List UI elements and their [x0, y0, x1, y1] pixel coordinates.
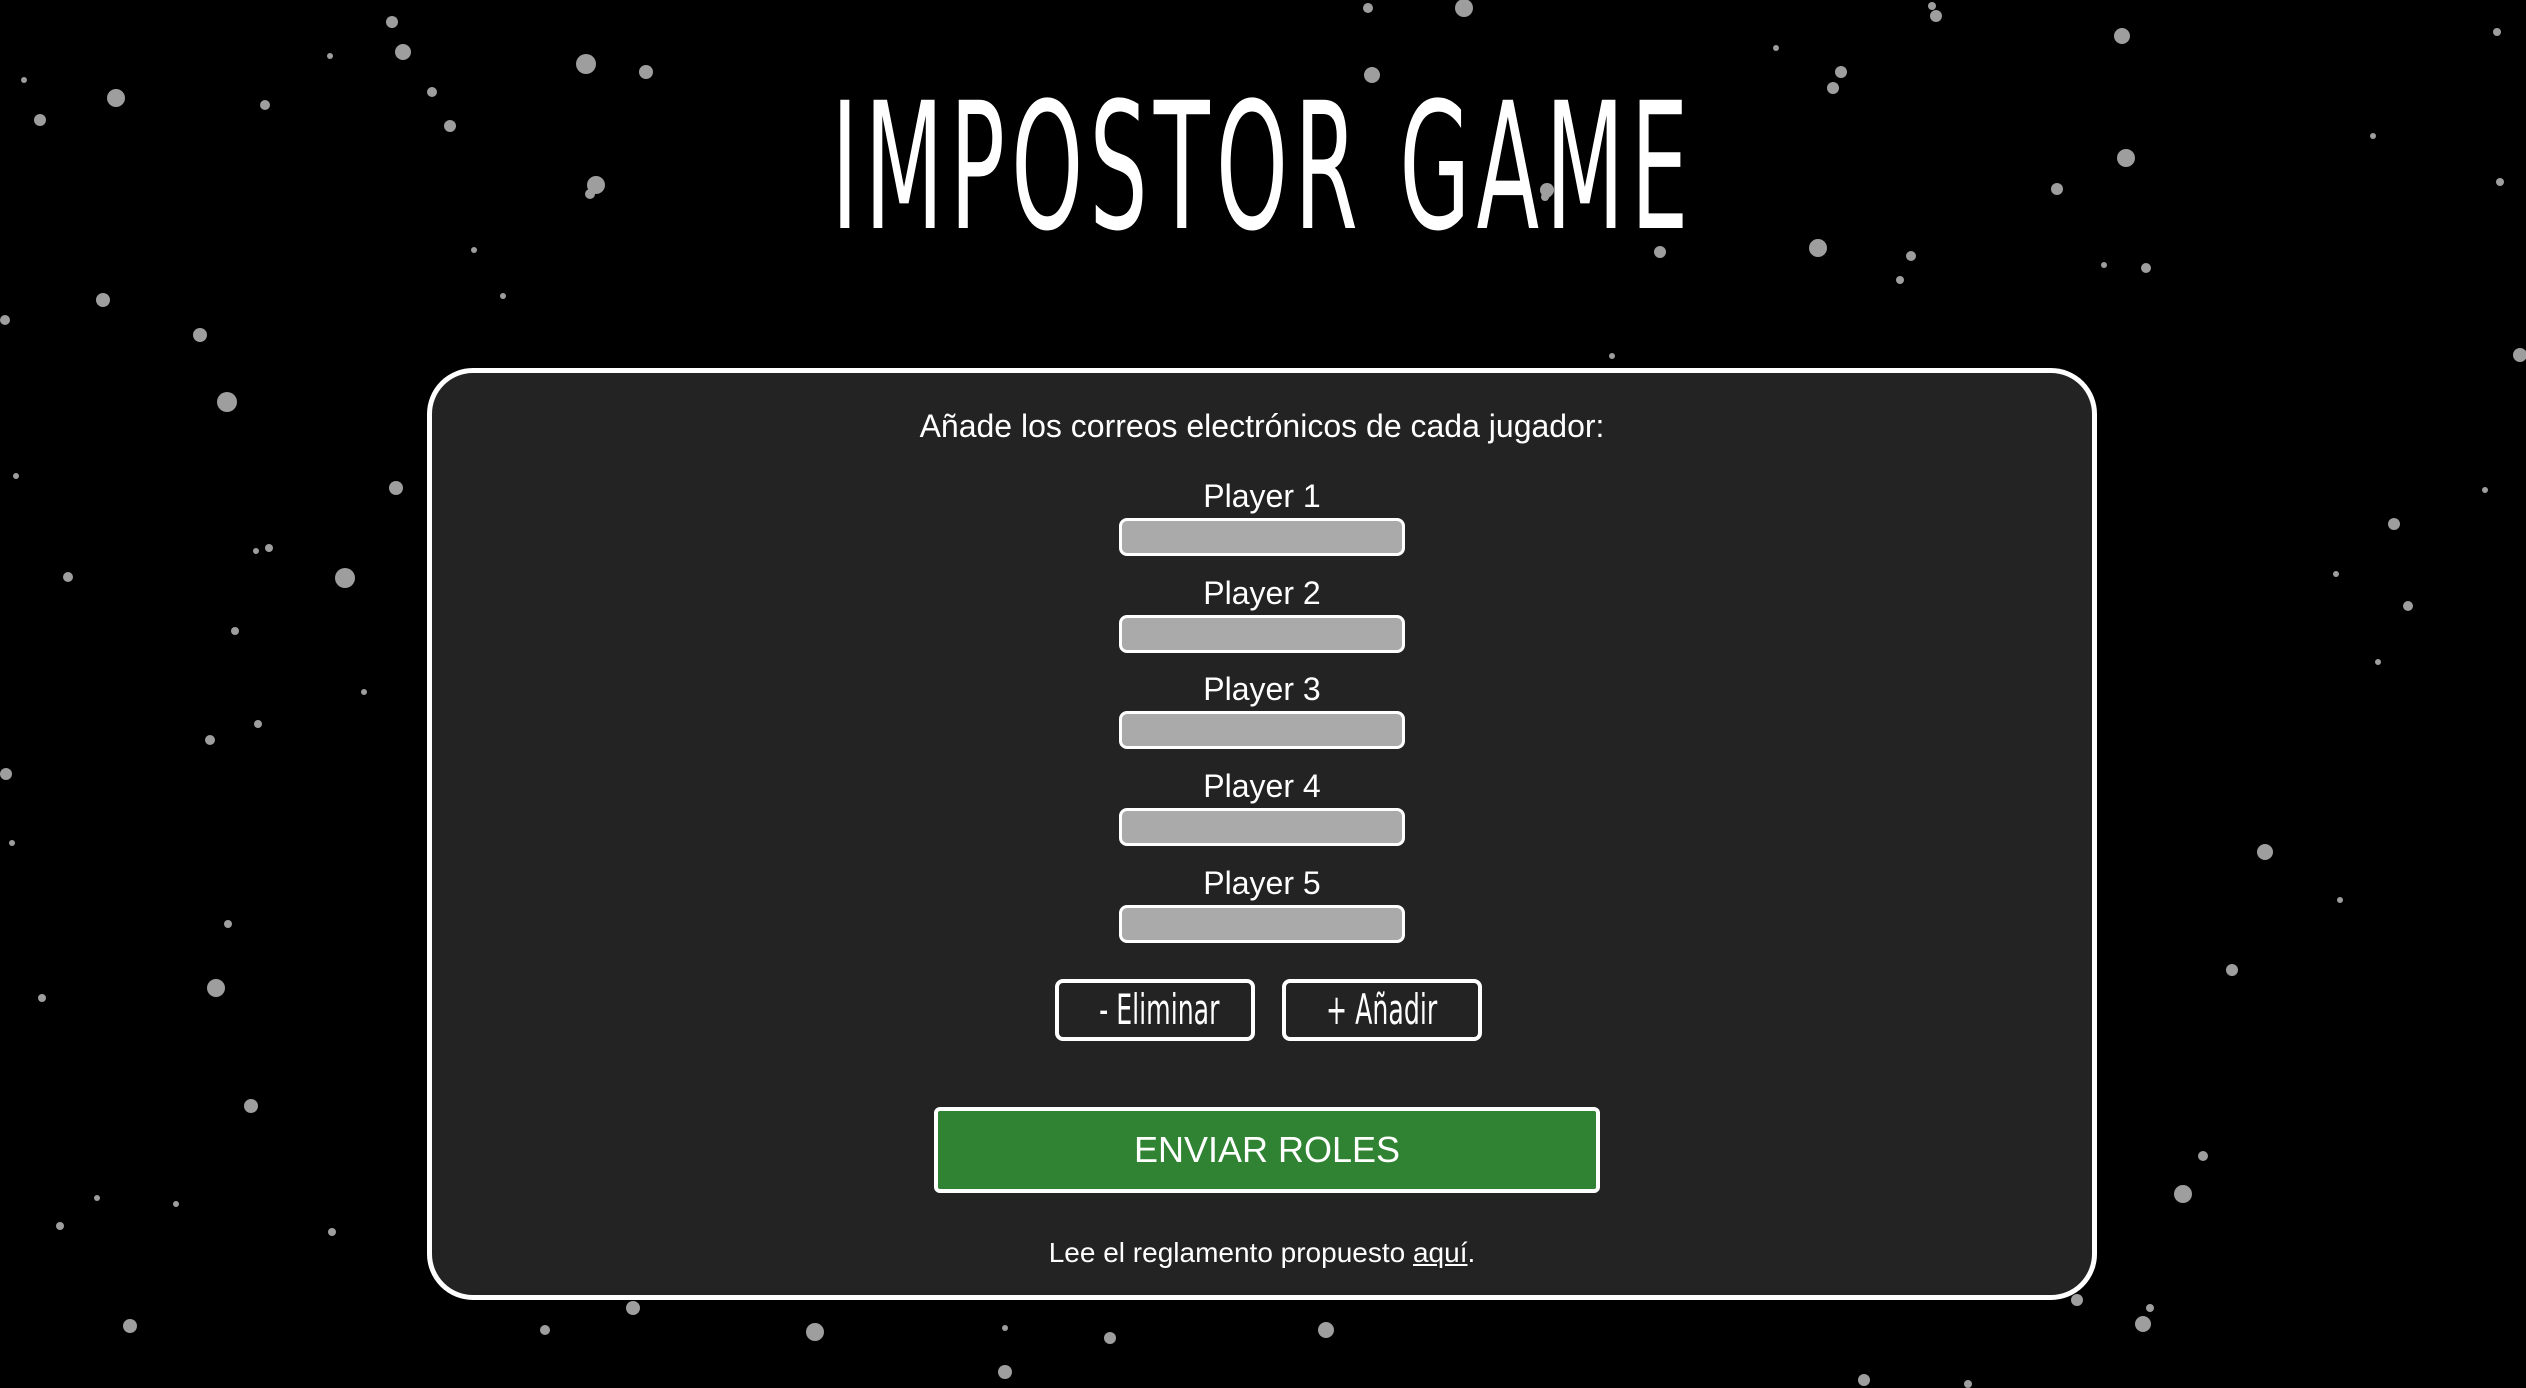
player-email-input[interactable]	[1119, 711, 1405, 749]
player-email-input[interactable]	[1119, 615, 1405, 653]
player-email-input[interactable]	[1119, 905, 1405, 943]
player-field-5: Player 5	[432, 865, 2092, 943]
add-player-label: + Añadir	[1326, 985, 1438, 1034]
remove-player-label: - Eliminar	[1099, 985, 1220, 1034]
player-field-1: Player 1	[432, 478, 2092, 556]
player-label: Player 3	[1203, 671, 1321, 707]
space-background: IMPOSTOR GAME Añade los correos electrón…	[0, 0, 2526, 1388]
player-form-panel: Añade los correos electrónicos de cada j…	[427, 368, 2097, 1300]
player-field-4: Player 4	[432, 768, 2092, 846]
player-field-2: Player 2	[432, 575, 2092, 653]
remove-player-button[interactable]: - Eliminar	[1055, 979, 1255, 1041]
player-label: Player 2	[1203, 575, 1321, 611]
player-label: Player 5	[1203, 865, 1321, 901]
instructions-text: Añade los correos electrónicos de cada j…	[919, 408, 1605, 444]
game-title: IMPOSTOR GAME	[831, 65, 1695, 270]
rules-prefix: Lee el reglamento propuesto	[1048, 1237, 1413, 1268]
rules-note: Lee el reglamento propuesto aquí.	[432, 1237, 2092, 1269]
player-label: Player 4	[1203, 768, 1321, 804]
player-email-input[interactable]	[1119, 518, 1405, 556]
rules-suffix: .	[1467, 1237, 1476, 1268]
player-email-input[interactable]	[1119, 808, 1405, 846]
rules-link[interactable]: aquí	[1413, 1237, 1468, 1268]
player-label: Player 1	[1203, 478, 1321, 514]
player-field-3: Player 3	[432, 671, 2092, 749]
add-player-button[interactable]: + Añadir	[1282, 979, 1482, 1041]
send-roles-button[interactable]: ENVIAR ROLES	[934, 1107, 1600, 1193]
